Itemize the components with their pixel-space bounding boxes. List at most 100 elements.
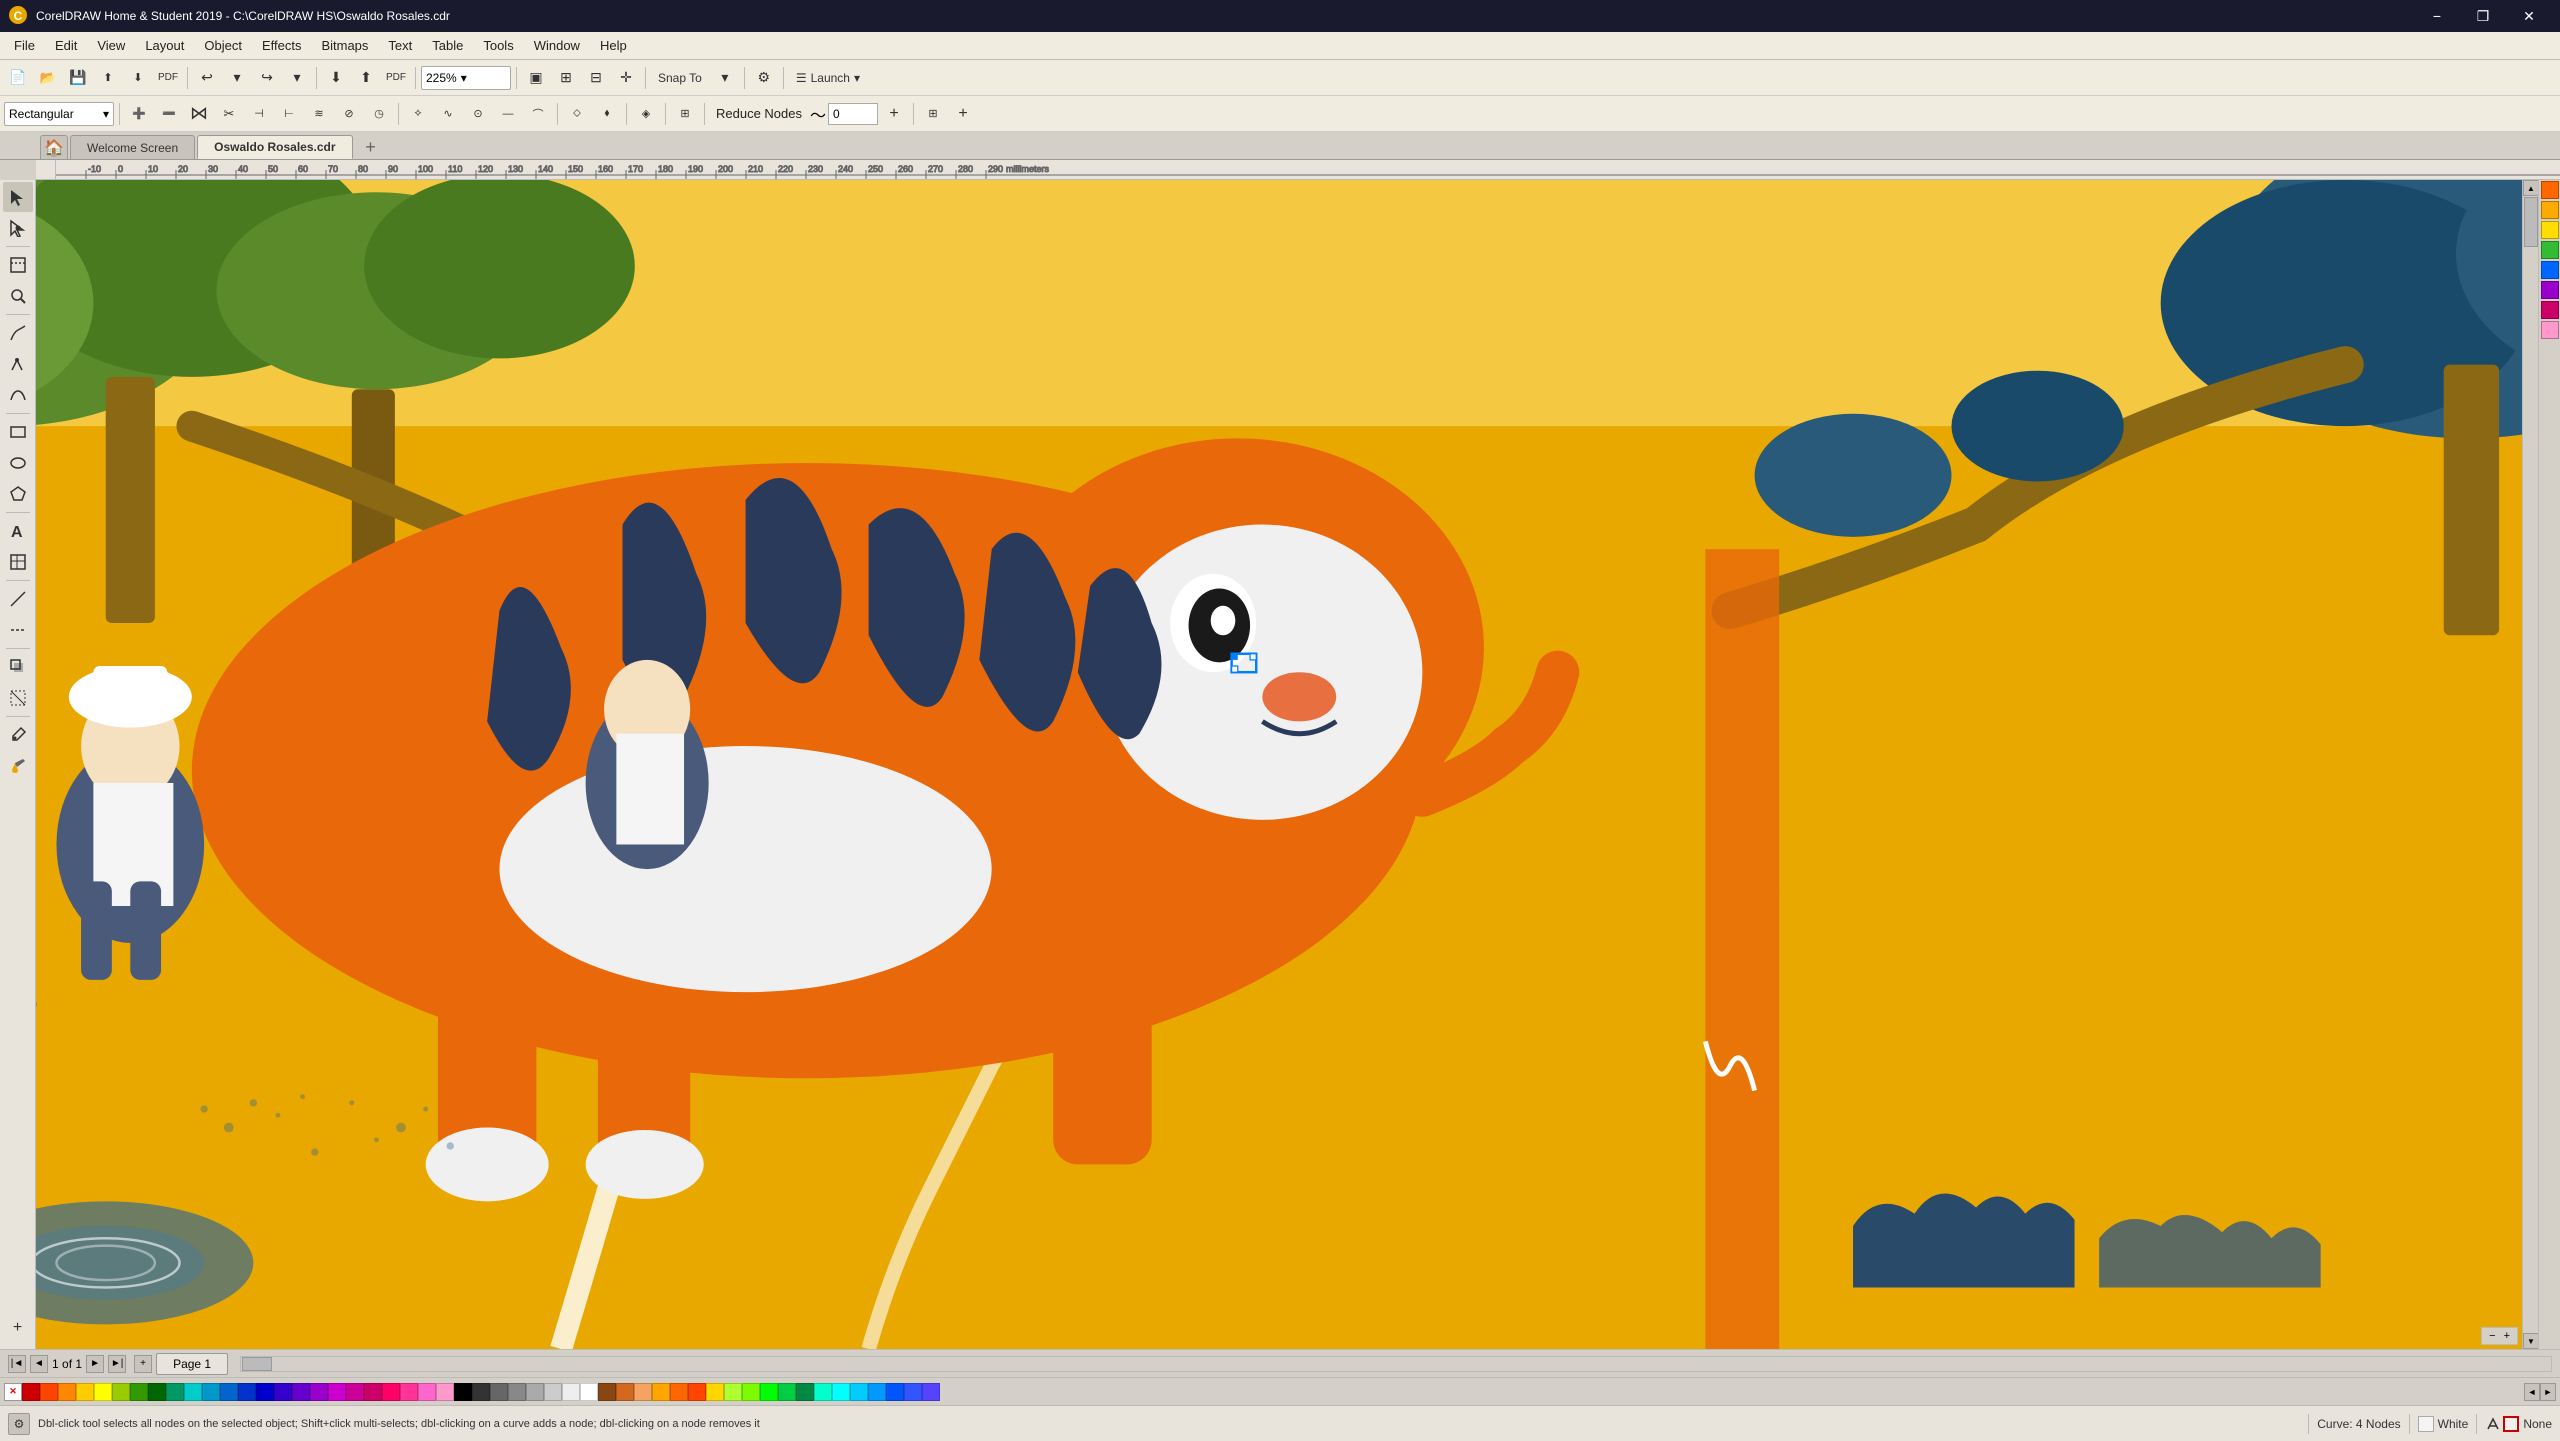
ellipse-tool-btn[interactable] [3,448,33,478]
align-nodes-v[interactable]: ⬧ [593,100,621,128]
tab-document[interactable]: Oswaldo Rosales.cdr [197,135,352,159]
delete-node-btn[interactable]: ➖ [155,100,183,128]
palette-swatch[interactable] [94,1383,112,1401]
import-button[interactable]: ⬆ [94,64,122,92]
palette-swatch[interactable] [202,1383,220,1401]
select-all-nodes-btn[interactable]: ⊞ [671,100,699,128]
palette-swatch[interactable] [166,1383,184,1401]
node-btn7[interactable]: ≋ [305,100,333,128]
palette-swatch[interactable] [58,1383,76,1401]
undo-dropdown[interactable]: ▾ [223,64,251,92]
palette-swatch[interactable] [490,1383,508,1401]
palette-swatch[interactable] [130,1383,148,1401]
settings-btn[interactable]: ⚙ [750,64,778,92]
zoom-in-btn[interactable]: + [2501,1330,2513,1342]
align-nodes-h[interactable]: ⬦ [563,100,591,128]
scroll-up-btn[interactable]: ▲ [2523,180,2538,196]
palette-swatch[interactable] [814,1383,832,1401]
menu-view[interactable]: View [87,34,135,57]
bspline-tool-btn[interactable] [3,380,33,410]
palette-swatch[interactable] [688,1383,706,1401]
export-button[interactable]: ⬇ [124,64,152,92]
color-band-item[interactable] [2541,301,2559,319]
publish-pdf-button[interactable]: PDF [154,64,182,92]
palette-swatch[interactable] [364,1383,382,1401]
palette-swatch[interactable] [742,1383,760,1401]
scroll-down-btn[interactable]: ▼ [2523,1333,2538,1349]
reduce-nodes-plus[interactable]: + [880,100,908,128]
palette-scroll-left[interactable]: ◄ [2524,1383,2540,1401]
pdf-btn[interactable]: PDF [382,64,410,92]
palette-swatch[interactable] [544,1383,562,1401]
palette-swatch[interactable] [850,1383,868,1401]
palette-swatch[interactable] [904,1383,922,1401]
node-btn8[interactable]: ⊘ [335,100,363,128]
apply-reduce-btn[interactable]: ⊞ [919,100,947,128]
node-smooth-btn[interactable]: ∿ [434,100,462,128]
palette-swatch[interactable] [634,1383,652,1401]
close-button[interactable]: ✕ [2506,0,2552,32]
menu-layout[interactable]: Layout [135,34,194,57]
no-fill-swatch[interactable]: ✕ [4,1383,22,1401]
extra-btn[interactable]: + [949,100,977,128]
snap-to-btn[interactable]: Snap To [651,64,709,92]
paint-bucket-btn[interactable] [3,751,33,781]
node-tool-btn[interactable] [3,213,33,243]
palette-swatch[interactable] [238,1383,256,1401]
new-button[interactable]: 📄 [4,64,32,92]
palette-swatch[interactable] [670,1383,688,1401]
palette-swatch[interactable] [346,1383,364,1401]
next-page-btn[interactable]: ► [86,1355,104,1373]
reduce-nodes-input[interactable] [828,103,878,125]
palette-scroll-right[interactable]: ► [2540,1383,2556,1401]
node-symm-btn[interactable]: ⊙ [464,100,492,128]
menu-text[interactable]: Text [378,34,422,57]
elastic-mode-btn[interactable]: ◈ [632,100,660,128]
palette-swatch[interactable] [328,1383,346,1401]
node-btn6[interactable]: ⊢ [275,100,303,128]
prev-page-btn[interactable]: ◄ [30,1355,48,1373]
view-btn1[interactable]: ▣ [522,64,550,92]
tab-home[interactable]: 🏠 [40,135,68,159]
add-node-btn[interactable]: ➕ [125,100,153,128]
color-band-item[interactable] [2541,221,2559,239]
add-page-btn[interactable]: + [134,1355,152,1373]
minimize-button[interactable]: − [2414,0,2460,32]
palette-swatch[interactable] [580,1383,598,1401]
palette-swatch[interactable] [508,1383,526,1401]
eyedropper-tool-btn[interactable] [3,720,33,750]
menu-file[interactable]: File [4,34,45,57]
color-band-item[interactable] [2541,241,2559,259]
horizontal-scrollbar[interactable] [240,1356,2552,1372]
palette-swatch[interactable] [148,1383,166,1401]
color-band-item[interactable] [2541,201,2559,219]
menu-effects[interactable]: Effects [252,34,312,57]
first-page-btn[interactable]: |◄ [8,1355,26,1373]
view-btn3[interactable]: ⊟ [582,64,610,92]
palette-swatch[interactable] [598,1383,616,1401]
palette-swatch[interactable] [526,1383,544,1401]
transparency-tool-btn[interactable] [3,683,33,713]
scroll-thumb[interactable] [2524,197,2538,247]
up-arrow-btn[interactable]: ⬆ [352,64,380,92]
launch-btn[interactable]: ☰ Launch ▾ [789,64,867,92]
palette-swatch[interactable] [760,1383,778,1401]
palette-swatch[interactable] [868,1383,886,1401]
palette-swatch[interactable] [706,1383,724,1401]
last-page-btn[interactable]: ►| [108,1355,126,1373]
connector-tool-btn[interactable] [3,615,33,645]
menu-tools[interactable]: Tools [473,34,523,57]
color-band-item[interactable] [2541,261,2559,279]
palette-swatch[interactable] [652,1383,670,1401]
view-btn4[interactable]: ✛ [612,64,640,92]
zoom-dropdown[interactable]: 225% ▾ [421,66,511,90]
line-tool-btn[interactable] [3,584,33,614]
palette-swatch[interactable] [886,1383,904,1401]
node-cusp-btn[interactable]: ⟡ [404,100,432,128]
palette-swatch[interactable] [436,1383,454,1401]
palette-swatch[interactable] [400,1383,418,1401]
palette-swatch[interactable] [256,1383,274,1401]
undo-button[interactable]: ↩ [193,64,221,92]
rect-tool-btn[interactable] [3,417,33,447]
menu-object[interactable]: Object [194,34,252,57]
